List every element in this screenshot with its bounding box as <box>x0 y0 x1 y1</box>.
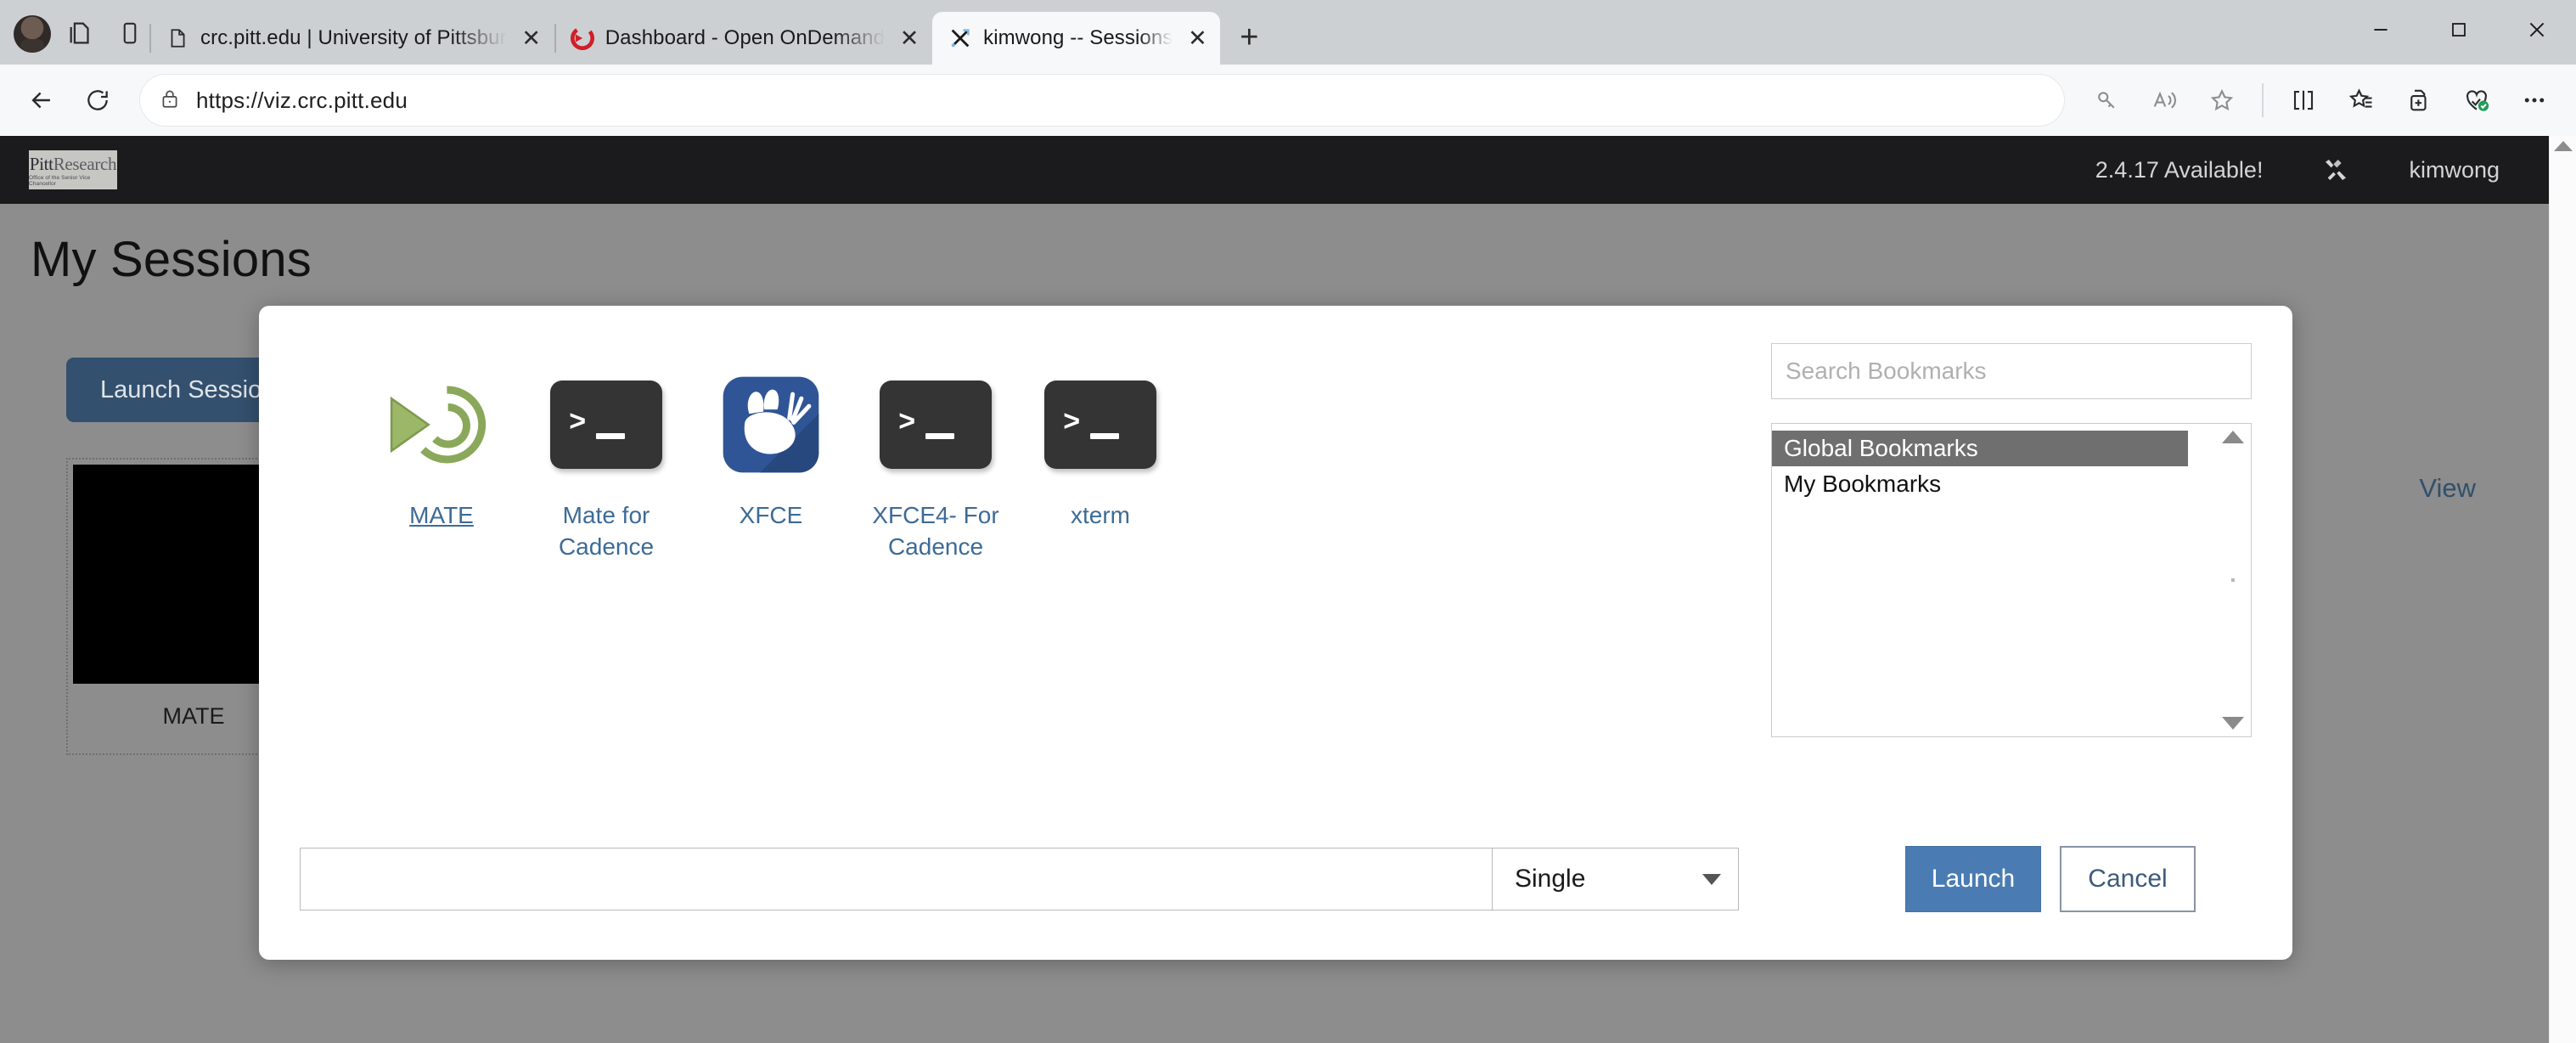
tab-close-icon[interactable]: ✕ <box>1183 24 1212 53</box>
scroll-up-arrow-icon[interactable] <box>2222 431 2244 443</box>
vertical-tabs-icon[interactable] <box>110 14 149 53</box>
tab-title: Dashboard - Open OnDemand <box>605 26 886 49</box>
navbar-right: 2.4.17 Available! kimwong <box>2095 156 2520 183</box>
xfce-mouse-icon <box>715 369 827 481</box>
bookmark-list-item[interactable]: Global Bookmarks <box>1772 431 2188 466</box>
browser-tab-active[interactable]: kimwong -- Sessions ✕ <box>932 12 1221 65</box>
username-label[interactable]: kimwong <box>2409 157 2500 183</box>
app-chooser: MATE > Mate for Cadence XFCE > XFCE4- Fo… <box>300 343 1742 798</box>
terminal-icon: > <box>1044 369 1156 481</box>
app-option-mate[interactable]: MATE <box>359 369 524 798</box>
tab-title: crc.pitt.edu | University of Pittsbur <box>200 26 507 49</box>
launch-session-modal: MATE > Mate for Cadence XFCE > XFCE4- Fo… <box>259 306 2292 960</box>
split-screen-icon[interactable] <box>2277 74 2330 127</box>
app-label[interactable]: xterm <box>1071 499 1130 531</box>
terminal-icon: > <box>880 369 992 481</box>
tab-actions-icon[interactable] <box>61 14 100 53</box>
launch-button[interactable]: Launch <box>1905 846 2041 912</box>
tab-strip: crc.pitt.edu | University of Pittsbur ✕ … <box>0 0 2576 65</box>
app-option-mate-for-cadence[interactable]: > Mate for Cadence <box>524 369 689 798</box>
collections-icon[interactable] <box>2335 74 2388 127</box>
tab-close-icon[interactable]: ✕ <box>895 24 924 53</box>
minimize-icon[interactable] <box>2342 0 2420 59</box>
page-content: PittResearch Office of the Senior Vice C… <box>0 136 2576 1043</box>
brand-primary: Pitt <box>29 154 53 174</box>
tab-separator <box>554 24 556 53</box>
browser-toolbar: https://viz.crc.pitt.edu <box>0 65 2576 136</box>
command-input[interactable] <box>300 848 1493 911</box>
app-label[interactable]: Mate for Cadence <box>524 499 689 562</box>
back-arrow-icon[interactable] <box>15 74 68 127</box>
favorite-star-icon[interactable] <box>2196 74 2248 127</box>
maximize-icon[interactable] <box>2420 0 2498 59</box>
bookmarks-list[interactable]: Global Bookmarks My Bookmarks <box>1771 423 2252 737</box>
modal-footer: Single Launch Cancel <box>259 798 2292 960</box>
session-mode-value: Single <box>1515 865 1586 893</box>
browser-tab[interactable]: Dashboard - Open OnDemand ✕ <box>554 12 932 65</box>
search-bookmarks-input[interactable]: Search Bookmarks <box>1771 343 2252 399</box>
add-tab-group-icon[interactable] <box>2393 74 2445 127</box>
app-option-xfce[interactable]: XFCE <box>689 369 853 798</box>
x-session-icon <box>948 25 973 51</box>
document-icon <box>165 25 190 51</box>
scrollbar-marker <box>2231 578 2235 582</box>
view-link[interactable]: View <box>2419 473 2476 504</box>
profile-avatar[interactable] <box>14 15 51 53</box>
page-scrollbar[interactable] <box>2549 136 2576 1043</box>
command-row: Single <box>300 848 1739 911</box>
app-label[interactable]: MATE <box>409 499 474 531</box>
address-bar[interactable]: https://viz.crc.pitt.edu <box>139 74 2065 127</box>
pitt-research-logo[interactable]: PittResearch Office of the Senior Vice C… <box>29 150 117 189</box>
bookmark-list-item[interactable]: My Bookmarks <box>1772 466 2251 502</box>
browser-essentials-icon[interactable] <box>2450 74 2503 127</box>
read-aloud-icon[interactable] <box>2138 74 2191 127</box>
scroll-down-arrow-icon[interactable] <box>2222 717 2244 730</box>
site-navbar: PittResearch Office of the Senior Vice C… <box>0 136 2549 204</box>
modal-actions: Launch Cancel <box>1905 846 2252 912</box>
browser-tab[interactable]: crc.pitt.edu | University of Pittsbur ✕ <box>149 12 554 65</box>
url-text: https://viz.crc.pitt.edu <box>196 87 408 113</box>
app-option-xterm[interactable]: > xterm <box>1018 369 1183 798</box>
lock-icon <box>159 87 181 114</box>
toolbar-right-icons <box>2080 74 2561 127</box>
toolbar-divider <box>2262 83 2264 117</box>
app-label[interactable]: XFCE4- For Cadence <box>853 499 1018 562</box>
app-label[interactable]: XFCE <box>740 499 803 531</box>
cancel-button[interactable]: Cancel <box>2060 846 2196 912</box>
chevron-down-icon <box>1702 873 1721 885</box>
wrench-screwdriver-icon[interactable] <box>2322 156 2349 183</box>
brand-secondary: Research <box>53 154 117 174</box>
terminal-icon: > <box>550 369 662 481</box>
reload-icon[interactable] <box>71 74 124 127</box>
brand-tagline: Office of the Senior Vice Chancellor <box>29 175 91 187</box>
window-controls <box>2342 0 2576 59</box>
session-mode-select[interactable]: Single <box>1493 848 1739 911</box>
app-option-xfce4-for-cadence[interactable]: > XFCE4- For Cadence <box>853 369 1018 798</box>
mate-logo-icon <box>385 369 498 481</box>
new-tab-button[interactable]: + <box>1227 15 1271 59</box>
tab-separator <box>149 24 151 53</box>
version-notice[interactable]: 2.4.17 Available! <box>2095 157 2264 183</box>
modal-body: MATE > Mate for Cadence XFCE > XFCE4- Fo… <box>259 306 2292 798</box>
bookmarks-scrollbar[interactable] <box>2219 431 2247 730</box>
bookmarks-panel: Search Bookmarks Global Bookmarks My Boo… <box>1742 343 2252 798</box>
more-options-icon[interactable] <box>2508 74 2561 127</box>
key-icon[interactable] <box>2080 74 2133 127</box>
browser-window: crc.pitt.edu | University of Pittsbur ✕ … <box>0 0 2576 1043</box>
tab-title: kimwong -- Sessions <box>983 26 1173 49</box>
scroll-up-arrow-icon[interactable] <box>2553 141 2573 151</box>
ondemand-icon <box>570 25 595 51</box>
page-title: My Sessions <box>31 232 312 287</box>
tab-close-icon[interactable]: ✕ <box>517 24 546 53</box>
close-icon[interactable] <box>2498 0 2576 59</box>
